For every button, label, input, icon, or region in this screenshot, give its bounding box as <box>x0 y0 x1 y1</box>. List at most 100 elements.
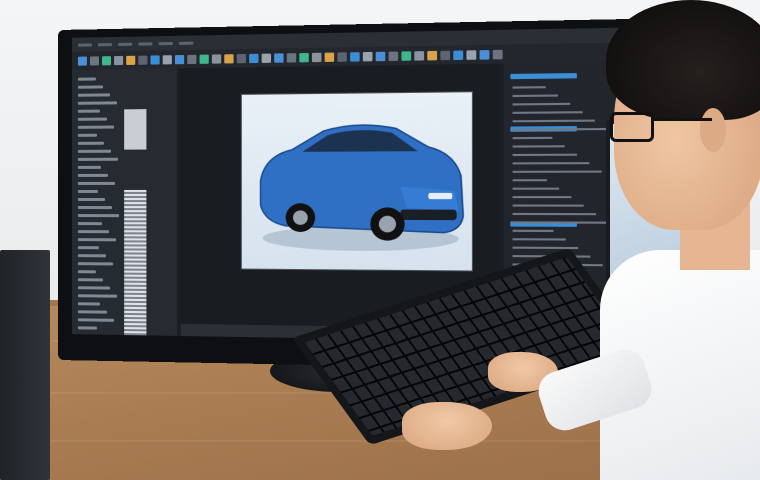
car-rim-front <box>379 216 396 233</box>
property-row <box>513 188 560 190</box>
menu-item[interactable] <box>138 42 152 45</box>
pc-tower <box>0 250 50 480</box>
blue-sedan-image <box>242 92 472 270</box>
photo-scene <box>0 0 760 480</box>
panel-row[interactable] <box>78 270 96 273</box>
toolbar-tool-icon[interactable] <box>480 50 490 60</box>
menu-item[interactable] <box>78 43 92 46</box>
toolbar-tool-icon[interactable] <box>274 53 283 62</box>
glasses-icon <box>610 112 654 142</box>
panel-row[interactable] <box>78 262 113 265</box>
toolbar-tool-icon[interactable] <box>401 51 411 61</box>
menu-item[interactable] <box>118 42 132 45</box>
glasses-arm <box>652 118 712 121</box>
panel-row[interactable] <box>78 77 96 80</box>
layers-panel <box>72 68 177 336</box>
person-with-glasses <box>560 0 760 480</box>
toolbar-tool-icon[interactable] <box>325 52 335 61</box>
menu-item[interactable] <box>98 43 112 46</box>
toolbar-tool-icon[interactable] <box>466 50 476 60</box>
panel-row[interactable] <box>78 318 114 322</box>
property-row <box>513 238 566 240</box>
menu-item[interactable] <box>179 41 193 44</box>
toolbar-tool-icon[interactable] <box>427 50 437 60</box>
property-row <box>513 179 547 181</box>
panel-row[interactable] <box>78 150 111 153</box>
toolbar-tool-icon[interactable] <box>114 55 123 64</box>
panel-row[interactable] <box>78 85 103 88</box>
panel-row[interactable] <box>78 238 116 241</box>
panel-row[interactable] <box>78 278 103 281</box>
image-canvas[interactable] <box>241 91 473 271</box>
property-row <box>513 230 554 232</box>
panel-row[interactable] <box>78 118 107 121</box>
property-row <box>513 94 558 97</box>
desk-grain <box>0 440 600 442</box>
toolbar-tool-icon[interactable] <box>78 56 87 65</box>
toolbar-tool-icon[interactable] <box>287 53 296 62</box>
toolbar-tool-icon[interactable] <box>90 56 99 65</box>
toolbar-tool-icon[interactable] <box>363 51 373 60</box>
toolbar-tool-icon[interactable] <box>299 52 308 61</box>
toolbar-tool-icon[interactable] <box>389 51 399 61</box>
panel-row[interactable] <box>78 342 111 343</box>
panel-row[interactable] <box>78 230 109 233</box>
toolbar-tool-icon[interactable] <box>224 54 233 63</box>
toolbar-tool-icon[interactable] <box>312 52 321 61</box>
panel-row[interactable] <box>78 246 99 249</box>
desk-grain <box>0 392 380 394</box>
property-row <box>513 137 553 139</box>
panel-row[interactable] <box>78 182 115 185</box>
panel-row[interactable] <box>78 134 97 137</box>
panel-list-column <box>124 190 146 342</box>
car-rim-rear <box>293 210 308 224</box>
toolbar-tool-icon[interactable] <box>453 50 463 60</box>
panel-row[interactable] <box>78 326 97 329</box>
toolbar-tool-icon[interactable] <box>150 55 159 64</box>
left-hand <box>402 402 492 450</box>
toolbar-tool-icon[interactable] <box>200 54 209 63</box>
toolbar-tool-icon[interactable] <box>249 53 258 62</box>
toolbar-tool-icon[interactable] <box>212 54 221 63</box>
ear <box>700 108 726 152</box>
panel-row[interactable] <box>78 206 112 209</box>
toolbar-tool-icon[interactable] <box>126 55 135 64</box>
panel-row[interactable] <box>78 198 105 201</box>
panel-row[interactable] <box>78 158 118 161</box>
toolbar-tool-icon[interactable] <box>493 49 503 59</box>
panel-row[interactable] <box>78 101 117 104</box>
toolbar-tool-icon[interactable] <box>237 53 246 62</box>
toolbar-tool-icon[interactable] <box>187 54 196 63</box>
property-row <box>513 145 565 147</box>
panel-row[interactable] <box>78 214 119 217</box>
panel-row[interactable] <box>78 286 110 289</box>
panel-row[interactable] <box>78 93 110 96</box>
panel-row[interactable] <box>78 254 106 257</box>
car-grille <box>400 210 456 221</box>
toolbar-tool-icon[interactable] <box>175 54 184 63</box>
panel-row[interactable] <box>78 166 101 169</box>
toolbar-tool-icon[interactable] <box>138 55 147 64</box>
toolbar-tool-icon[interactable] <box>414 51 424 61</box>
toolbar-tool-icon[interactable] <box>337 52 347 61</box>
panel-row[interactable] <box>78 222 102 225</box>
toolbar-tool-icon[interactable] <box>350 52 360 61</box>
car-headlight <box>428 193 452 199</box>
panel-row[interactable] <box>78 294 117 297</box>
toolbar-tool-icon[interactable] <box>102 56 111 65</box>
toolbar-tool-icon[interactable] <box>376 51 386 60</box>
panel-row[interactable] <box>78 126 114 129</box>
hair <box>606 0 760 120</box>
toolbar-tool-icon[interactable] <box>262 53 271 62</box>
panel-row[interactable] <box>78 334 104 337</box>
panel-swatch-column <box>124 109 146 150</box>
panel-row[interactable] <box>78 310 107 313</box>
toolbar-tool-icon[interactable] <box>163 55 172 64</box>
panel-row[interactable] <box>78 142 104 145</box>
panel-row[interactable] <box>78 302 100 305</box>
panel-row[interactable] <box>78 110 100 113</box>
menu-item[interactable] <box>159 41 173 44</box>
panel-row[interactable] <box>78 174 108 177</box>
panel-row[interactable] <box>78 190 98 193</box>
toolbar-tool-icon[interactable] <box>440 50 450 60</box>
